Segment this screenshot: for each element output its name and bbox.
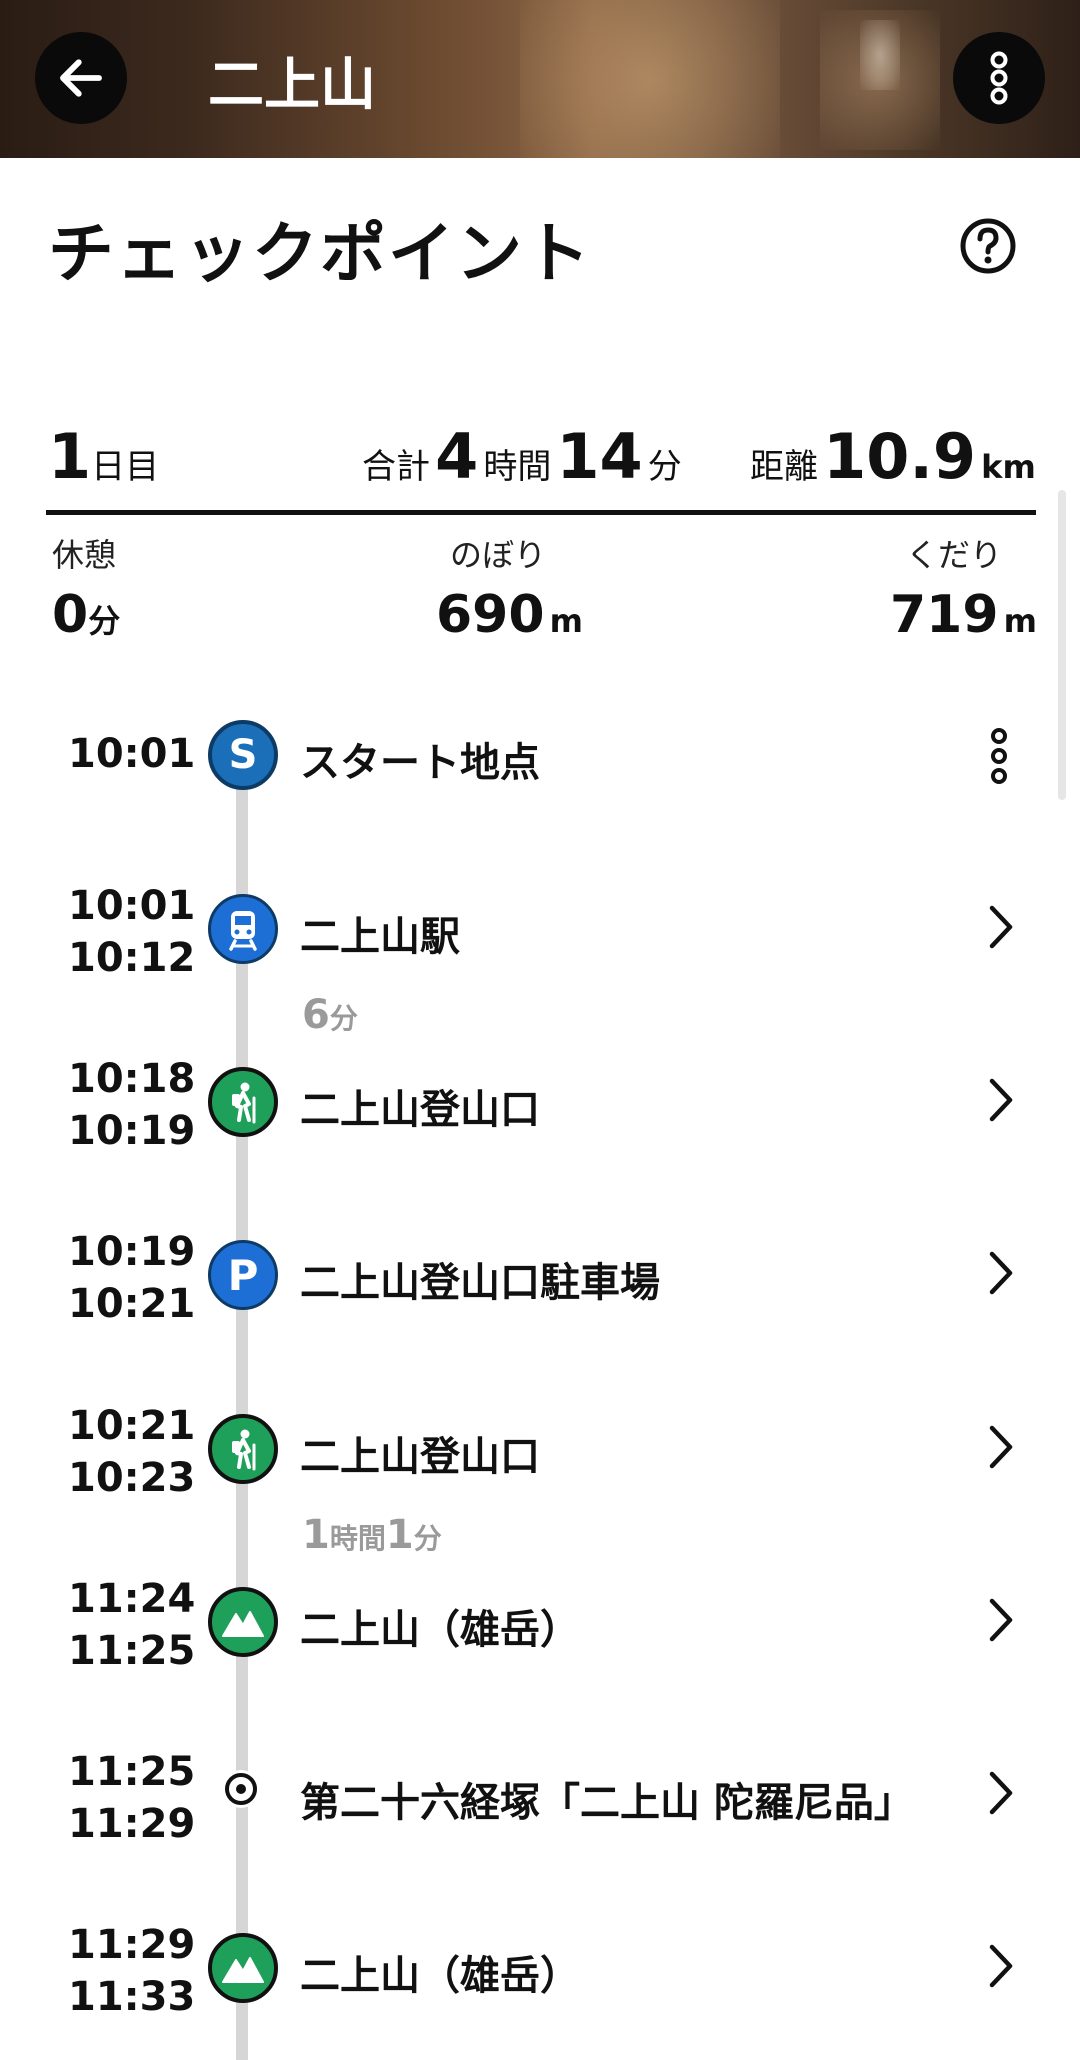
hours-unit: 時間 — [483, 447, 552, 487]
arrive-time: 10:01 — [68, 731, 196, 777]
segment-duration: 1時間1分 — [302, 1512, 442, 1558]
arrive-time: 11:24 — [68, 1576, 196, 1622]
depart-time: 10:23 — [68, 1455, 196, 1501]
chevron-right-icon[interactable] — [982, 1595, 1018, 1645]
chevron-right-icon[interactable] — [982, 1422, 1018, 1472]
total-time: 合計 4 時間 14 分 — [362, 420, 682, 493]
checkpoint-name: 第二十六経塚「二上山 陀羅尼品」 — [300, 1780, 914, 1826]
arrow-left-icon — [60, 59, 102, 97]
mountain-icon — [208, 1587, 278, 1657]
chevron-right-icon[interactable] — [982, 1768, 1018, 1818]
checkpoint-name: 二上山登山口 — [300, 1434, 540, 1480]
day-unit: 日目 — [91, 447, 160, 487]
day-number: 1 — [48, 420, 92, 493]
depart-time: 10:12 — [68, 935, 196, 981]
checkpoint-name: 二上山登山口 — [300, 1087, 540, 1133]
checkpoint-name: 二上山（雄岳） — [300, 1953, 580, 1999]
ascent-value: 690 m — [436, 585, 583, 645]
hiker-icon — [208, 1414, 278, 1484]
header-background-image-light — [860, 20, 900, 90]
rest-value: 0分 — [52, 585, 121, 645]
arrive-time: 11:29 — [68, 1922, 196, 1968]
distance-value: 10.9 — [823, 420, 977, 493]
depart-time: 10:19 — [68, 1108, 196, 1154]
arrive-time: 10:18 — [68, 1056, 196, 1102]
header-background-image — [520, 0, 780, 158]
checkpoint-name: 二上山（雄岳） — [300, 1607, 580, 1653]
checkpoint-name: 二上山登山口駐車場 — [300, 1260, 660, 1306]
checkpoint-name: スタート地点 — [300, 740, 540, 786]
arrive-time: 10:01 — [68, 883, 196, 929]
scrollbar[interactable] — [1058, 490, 1066, 800]
point-icon — [222, 1770, 260, 1808]
summary-divider — [46, 510, 1036, 515]
help-icon[interactable] — [958, 216, 1018, 276]
start-icon: S — [208, 720, 278, 790]
depart-time: 11:33 — [68, 1974, 196, 2020]
back-button[interactable] — [35, 32, 127, 124]
total-distance: 距離 10.9 km — [750, 420, 1036, 493]
total-label: 合計 — [362, 447, 430, 487]
header-title: 二上山 — [208, 53, 376, 118]
page-title: チェックポイント — [48, 215, 592, 292]
chevron-right-icon[interactable] — [982, 902, 1018, 952]
more-vertical-icon[interactable] — [984, 726, 1014, 786]
depart-time: 11:29 — [68, 1801, 196, 1847]
arrive-time: 10:19 — [68, 1229, 196, 1275]
train-icon — [208, 894, 278, 964]
parking-icon: P — [208, 1240, 278, 1310]
depart-time: 10:21 — [68, 1281, 196, 1327]
total-hours: 4 — [435, 420, 479, 493]
segment-duration: 6分 — [302, 992, 358, 1038]
ascent-label: のぼり — [450, 536, 547, 574]
distance-unit: km — [981, 448, 1036, 486]
minutes-unit: 分 — [647, 447, 682, 487]
more-menu-button[interactable] — [953, 32, 1045, 124]
arrive-time: 10:21 — [68, 1403, 196, 1449]
checkpoint-name: 二上山駅 — [300, 914, 460, 960]
descent-value: 719 m — [890, 585, 1037, 645]
total-minutes: 14 — [556, 420, 643, 493]
chevron-right-icon[interactable] — [982, 1248, 1018, 1298]
chevron-right-icon[interactable] — [982, 1075, 1018, 1125]
arrive-time: 11:25 — [68, 1749, 196, 1795]
more-vertical-icon — [990, 51, 1008, 105]
day-summary: 1日目 — [48, 420, 159, 493]
distance-label: 距離 — [750, 447, 818, 487]
chevron-right-icon[interactable] — [982, 1941, 1018, 1991]
rest-label: 休憩 — [52, 536, 117, 574]
depart-time: 11:25 — [68, 1628, 196, 1674]
app-header: 二上山 — [0, 0, 1080, 158]
mountain-icon — [208, 1933, 278, 2003]
hiker-icon — [208, 1067, 278, 1137]
descent-label: くだり — [906, 536, 1003, 574]
